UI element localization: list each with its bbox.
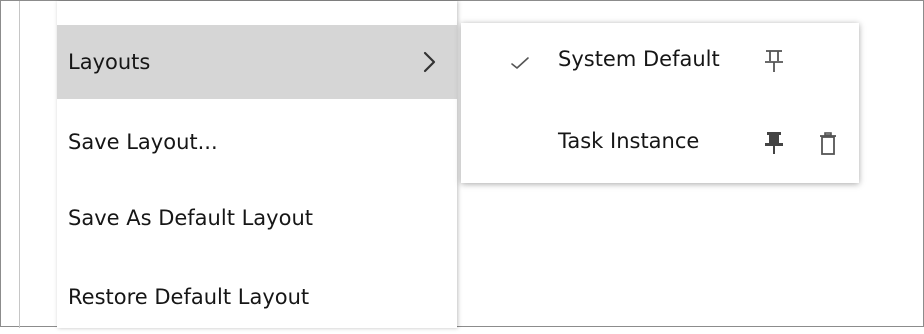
layout-option-label: Task Instance [558,129,700,153]
pin-outline-icon[interactable] [763,48,785,74]
background-divider [19,1,20,328]
menu-item-label: Restore Default Layout [68,285,310,309]
menu-item-save-as-default-layout[interactable]: Save As Default Layout [57,181,457,255]
pin-filled-icon[interactable] [763,130,785,156]
checkmark-icon [511,57,529,69]
context-menu: Layouts Save Layout... Save As Default L… [57,1,457,328]
trash-icon[interactable] [817,131,839,157]
chevron-right-icon [423,51,436,73]
menu-item-label: Save As Default Layout [68,206,313,230]
layouts-submenu: System Default Task Instance [461,23,859,183]
layout-option-task-instance[interactable]: Task Instance [461,105,859,183]
layout-option-label: System Default [558,47,720,71]
layout-option-system-default[interactable]: System Default [461,23,859,101]
menu-item-layouts[interactable]: Layouts [57,25,457,99]
menu-item-label: Save Layout... [68,130,218,154]
menu-item-label: Layouts [68,50,151,74]
app-window: Layouts Save Layout... Save As Default L… [0,0,924,328]
menu-item-restore-default-layout[interactable]: Restore Default Layout [57,260,457,334]
menu-item-save-layout[interactable]: Save Layout... [57,105,457,179]
